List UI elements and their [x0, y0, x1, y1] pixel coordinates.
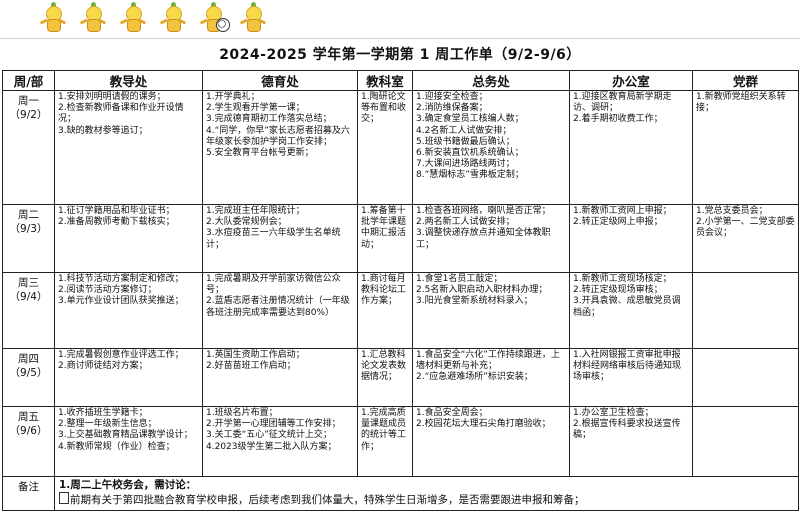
bangong-cell: 1.新教师工资现场核定； 2.转正定级现场审核； 3.开具袁微、成思敏党员调档函；: [569, 272, 693, 349]
zongwu-cell: 1.迎接安全检查； 2.消防维保备案； 3.确定食堂员工核编人数； 4.2名新工人试做…: [412, 90, 570, 205]
notes-text: 前期有关于第四批融合教育学校申报，后续考虑到我们体量大，特殊学生日渐增多，是否需…: [70, 494, 585, 506]
day-cell: 周二 （9/3）: [2, 204, 55, 273]
bangong-cell: 1.迎接区教育局新学期走访、调研； 2.着手期初收费工作；: [569, 90, 693, 205]
dangqun-cell: [692, 272, 799, 349]
notes-heading: 1.周二上午校务会，需讨论：: [59, 479, 197, 491]
notes-label: 备注: [2, 476, 55, 511]
table-row: 周五 （9/6） 1.收齐插班生学籍卡； 2.整理一年级新生信息； 3.上交基础教育精…: [2, 406, 799, 477]
header-cell: 德育处: [202, 70, 358, 91]
deyu-cell: 1.英国生资助工作启动； 2.好苗苗班工作启动；: [202, 348, 358, 407]
mascot-banner: [38, 2, 268, 34]
header-cell: 办公室: [569, 70, 693, 91]
bangong-cell: 1.入社网银报工资审批申报材料经网络审核后待通知现场审核；: [569, 348, 693, 407]
header-cell: 教导处: [54, 70, 203, 91]
table-row: 周二 （9/3） 1.征订学籍用品和毕业证书； 2.准备周教师考勤下载核实； 1.完…: [2, 204, 799, 273]
zongwu-cell: 1.食品安全周会； 2.校园花坛大理石尖角打磨验收；: [412, 406, 570, 477]
weekly-work-table: 周/部 教导处 德育处 教科室 总务处 办公室 党群 周一 （9/2） 1.安排刘…: [2, 70, 799, 511]
mascot-icon: [238, 2, 268, 34]
jiaoke-cell: 1.筹备第十批学年课题中期汇报活动；: [357, 204, 413, 273]
notes-cell: 1.周二上午校务会，需讨论： 前期有关于第四批融合教育学校申报，后续考虑到我们体…: [54, 476, 799, 511]
deyu-cell: 1.完成班主任年限统计； 2.大队委常规例会； 3.水痘疫苗三一六年级学生名单统计；: [202, 204, 358, 273]
day-cell: 周五 （9/6）: [2, 406, 55, 477]
header-cell: 教科室: [357, 70, 413, 91]
mascot-icon: [158, 2, 188, 34]
day-cell: 周三 （9/4）: [2, 272, 55, 349]
header-cell: 总务处: [412, 70, 570, 91]
deyu-cell: 1.班级名片布置； 2.开学第一心理团辅等工作安排； 3.关工委“五心”征文统计上交…: [202, 406, 358, 477]
jiaodao-cell: 1.安排刘明明请假的课务； 2.检查新教师备课和作业开设情况； 3.缺的教材参等追订…: [54, 90, 203, 205]
dangqun-cell: [692, 406, 799, 477]
jiaodao-cell: 1.征订学籍用品和毕业证书； 2.准备周教师考勤下载核实；: [54, 204, 203, 273]
jiaoke-cell: 1.完成高质量课题成员的统计等工作；: [357, 406, 413, 477]
page-title: 2024-2025 学年第一学期第 1 周工作单（9/2-9/6）: [219, 47, 581, 63]
mascot-icon: [118, 2, 148, 34]
notes-row: 备注 1.周二上午校务会，需讨论： 前期有关于第四批融合教育学校申报，后续考虑到…: [2, 476, 799, 511]
deyu-cell: 1.开学典礼； 2.学生观看开学第一课； 3.完成德育期初工作落实总结； 4.“同学，…: [202, 90, 358, 205]
bangong-cell: 1.新教师工资网上申报； 2.转正定级网上申报；: [569, 204, 693, 273]
day-cell: 周一 （9/2）: [2, 90, 55, 205]
zongwu-cell: 1.食品安全“六化”工作持续跟进，上墙材料更新与补充； 2.“应急避难场所”标识安…: [412, 348, 570, 407]
bangong-cell: 1.办公室卫生检查； 2.根据宣传科要求投送宣传稿；: [569, 406, 693, 477]
table-row: 周三 （9/4） 1.科技节活动方案制定和修改； 2.阅读节活动方案修订； 3.单元作…: [2, 272, 799, 349]
mascot-icon: [78, 2, 108, 34]
zongwu-cell: 1.食堂1名员工敲定； 2.5名新入职启动入职材料办理； 3.阳光食堂新系统材料录入…: [412, 272, 570, 349]
dangqun-cell: 1.党总支委员会； 2.小学第一、二党支部委员会议；: [692, 204, 799, 273]
table-header-row: 周/部 教导处 德育处 教科室 总务处 办公室 党群: [2, 70, 799, 91]
deyu-cell: 1.完成暑期及开学前家访微信公众号； 2.蓝盾志愿者注册情况统计（一年级各班注册完…: [202, 272, 358, 349]
jiaodao-cell: 1.科技节活动方案制定和修改； 2.阅读节活动方案修订； 3.单元作业设计团队获奖推…: [54, 272, 203, 349]
dangqun-cell: [692, 348, 799, 407]
header-cell: 周/部: [2, 70, 55, 91]
jiaoke-cell: 1.陶研论文等布置和收交；: [357, 90, 413, 205]
zongwu-cell: 1.检查各班网络，喇叭是否正常； 2.两名新工人试做安排； 3.调整快递存放点并通知…: [412, 204, 570, 273]
header-cell: 党群: [692, 70, 799, 91]
jiaoke-cell: 1.汇总教科论文发表数据情况；: [357, 348, 413, 407]
jiaoke-cell: 1.商讨每月教科论坛工作方案；: [357, 272, 413, 349]
table-row: 周一 （9/2） 1.安排刘明明请假的课务； 2.检查新教师备课和作业开设情况； 3.…: [2, 90, 799, 205]
header-decoration: [0, 0, 800, 39]
dangqun-cell: 1.新教师党组织关系转接；: [692, 90, 799, 205]
day-cell: 周四 （9/5）: [2, 348, 55, 407]
jiaodao-cell: 1.完成暑假创意作业评选工作； 2.商讨师徒结对方案；: [54, 348, 203, 407]
jiaodao-cell: 1.收齐插班生学籍卡； 2.整理一年级新生信息； 3.上交基础教育精品课教学设计； 4…: [54, 406, 203, 477]
checkbox-icon: [59, 492, 69, 504]
soccer-ball-icon: [216, 18, 230, 32]
mascot-icon: [38, 2, 68, 34]
table-row: 周四 （9/5） 1.完成暑假创意作业评选工作； 2.商讨师徒结对方案； 1.英国生…: [2, 348, 799, 407]
